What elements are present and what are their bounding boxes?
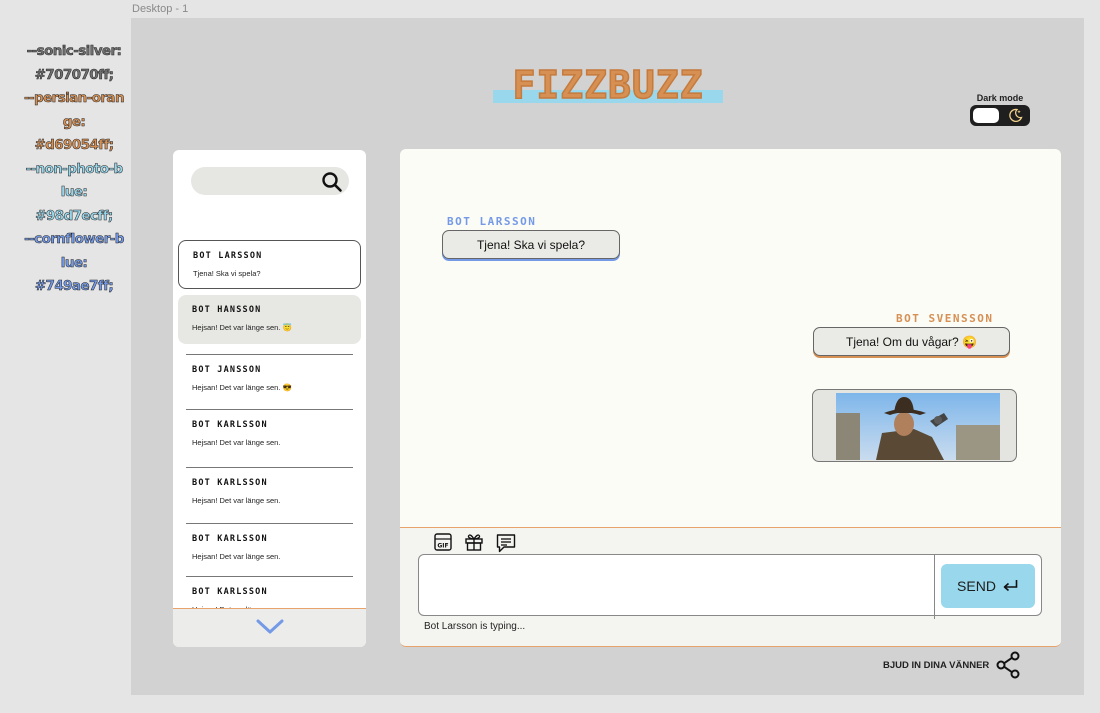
conversation-name: BOT KARLSSON bbox=[192, 478, 268, 488]
message-input[interactable] bbox=[419, 555, 935, 619]
palette-line: lue: bbox=[60, 254, 89, 271]
conversation-preview: Hejsan! Det var länge sen. bbox=[192, 496, 281, 505]
chat-icon[interactable] bbox=[495, 532, 517, 554]
color-palette-notes: --sonic-silver: #707070ff; --persian-ora… bbox=[20, 40, 128, 299]
gift-icon[interactable] bbox=[464, 532, 484, 552]
conversation-preview: Hejsan! Det var länge sen. bbox=[192, 552, 281, 561]
search-icon[interactable] bbox=[321, 171, 343, 193]
chat-panel: BOT LARSSON Tjena! Ska vi spela? BOT SVE… bbox=[400, 149, 1061, 647]
sender-name: BOT LARSSON bbox=[447, 215, 537, 228]
conversation-name: BOT LARSSON bbox=[193, 251, 263, 261]
palette-line: #d69054ff; bbox=[34, 137, 114, 153]
message-composer: GIF SEND Bot Larsson is typing... bbox=[400, 527, 1061, 646]
image-message[interactable] bbox=[812, 389, 1017, 462]
sidebar-footer bbox=[173, 608, 366, 647]
dark-mode-label: Dark mode bbox=[976, 93, 1024, 103]
invite-label: BJUD IN DINA VÄNNER bbox=[883, 659, 990, 671]
desktop-frame: FIZZBUZZ Dark mode BOT LARSSON Tjena! Sk… bbox=[131, 18, 1084, 695]
svg-text:GIF: GIF bbox=[437, 543, 448, 550]
palette-line: --persian-oran bbox=[24, 90, 125, 106]
search-bar[interactable] bbox=[191, 167, 349, 195]
palette-line: #98d7ecff; bbox=[35, 207, 114, 224]
conversation-sidebar: BOT LARSSON Tjena! Ska vi spela? BOT HAN… bbox=[173, 150, 366, 647]
conversation-item[interactable]: BOT HANSSON Hejsan! Det var länge sen. 😇 bbox=[178, 295, 361, 344]
conversation-item[interactable]: BOT KARLSSON Hejsan! Det var länge sen. bbox=[186, 467, 353, 516]
conversation-name: BOT HANSSON bbox=[192, 305, 262, 315]
conversation-name: BOT KARLSSON bbox=[192, 587, 268, 597]
conversation-name: BOT JANSSON bbox=[192, 365, 262, 375]
logo-text: FIZZBUZZ bbox=[512, 62, 704, 108]
palette-line: --non-photo-b bbox=[25, 160, 123, 177]
typing-status: Bot Larsson is typing... bbox=[424, 621, 526, 632]
cowboy-image bbox=[836, 393, 1000, 460]
toggle-knob bbox=[973, 108, 999, 123]
chevron-down-icon[interactable] bbox=[255, 615, 285, 637]
palette-line: --sonic-silver: bbox=[26, 43, 122, 59]
conversation-name: BOT KARLSSON bbox=[192, 420, 268, 430]
logo: FIZZBUZZ bbox=[493, 62, 723, 108]
send-label: SEND bbox=[957, 578, 996, 594]
send-button[interactable]: SEND bbox=[941, 564, 1035, 608]
message-bubble: Tjena! Ska vi spela? bbox=[442, 230, 620, 259]
sender-name: BOT SVENSSON bbox=[896, 312, 994, 325]
conversation-item[interactable]: BOT KARLSSON Hejsan! Det var länge sen. bbox=[186, 409, 353, 458]
palette-line: lue: bbox=[60, 184, 89, 200]
conversation-preview: Hejsan! Det var länge sen. bbox=[192, 438, 281, 447]
share-icon[interactable] bbox=[996, 651, 1022, 679]
enter-icon bbox=[1003, 580, 1018, 592]
conversation-item[interactable]: BOT LARSSON Tjena! Ska vi spela? bbox=[178, 240, 361, 289]
palette-line: ge: bbox=[62, 113, 87, 130]
gif-icon[interactable]: GIF bbox=[433, 532, 453, 552]
dark-mode-control: Dark mode bbox=[969, 93, 1031, 126]
composer-toolbar: GIF bbox=[433, 532, 517, 554]
moon-icon bbox=[1009, 108, 1023, 123]
palette-line: #749ae7ff; bbox=[34, 278, 114, 294]
conversation-preview: Tjena! Ska vi spela? bbox=[193, 269, 261, 278]
palette-line: --cornflower-b bbox=[24, 231, 125, 247]
conversation-item[interactable]: BOT JANSSON Hejsan! Det var länge sen. 😎 bbox=[186, 354, 353, 403]
conversation-preview: Hejsan! Det var länge sen. 😇 bbox=[192, 323, 292, 332]
dark-mode-toggle[interactable] bbox=[970, 105, 1030, 126]
conversation-name: BOT KARLSSON bbox=[192, 534, 268, 544]
message-bubble: Tjena! Om du vågar? 😜 bbox=[813, 327, 1010, 356]
conversation-preview: Hejsan! Det var länge sen. 😎 bbox=[192, 383, 292, 392]
palette-line: #707070ff; bbox=[34, 66, 114, 83]
message-input-box: SEND bbox=[418, 554, 1042, 619]
invite-friends[interactable]: BJUD IN DINA VÄNNER bbox=[883, 651, 1022, 679]
frame-label: Desktop - 1 bbox=[132, 3, 189, 15]
conversation-item[interactable]: BOT KARLSSON Hejsan! Det var länge sen. bbox=[186, 523, 353, 572]
